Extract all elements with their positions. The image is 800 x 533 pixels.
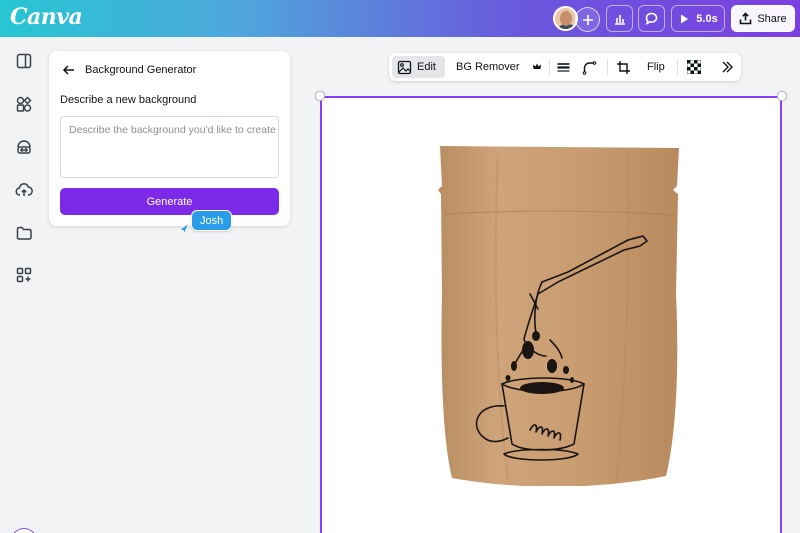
insights-button[interactable] — [606, 5, 633, 32]
border-lines-icon — [557, 62, 570, 72]
flip-label: Flip — [647, 61, 665, 73]
coffee-bag-image[interactable] — [438, 144, 681, 486]
flip-button[interactable]: Flip — [647, 53, 665, 81]
generate-button[interactable]: Generate — [60, 188, 279, 215]
left-rail — [0, 37, 48, 533]
more-options-button[interactable] — [720, 53, 734, 81]
bg-remover-label: BG Remover — [456, 61, 520, 73]
corner-rounding-button[interactable] — [582, 53, 597, 81]
present-button[interactable]: 5.0s — [671, 5, 725, 32]
plus-icon — [582, 14, 593, 25]
crop-button[interactable] — [616, 53, 631, 81]
bar-chart-icon — [614, 14, 625, 25]
border-style-button[interactable] — [556, 53, 571, 81]
brand-icon[interactable] — [15, 138, 33, 156]
top-bar: Canva 5.0s Share — [0, 0, 800, 37]
share-label: Share — [757, 12, 787, 25]
double-chevron-right-icon — [722, 61, 733, 73]
add-collaborator-button[interactable] — [575, 7, 600, 32]
crop-icon — [617, 60, 630, 74]
magic-assistant-button[interactable] — [11, 528, 37, 533]
edit-image-icon — [397, 60, 412, 74]
image-context-toolbar: Edit BG Remover Flip — [389, 53, 741, 81]
collaborator-name-tag: Josh — [191, 210, 233, 231]
share-button[interactable]: Share — [731, 5, 795, 32]
background-generator-panel: Background Generator Describe a new back… — [49, 51, 290, 226]
play-icon — [681, 14, 689, 23]
background-description-input[interactable] — [60, 116, 279, 178]
resize-handle-top-left[interactable] — [315, 91, 325, 101]
elements-icon[interactable] — [15, 95, 33, 113]
upload-icon — [740, 12, 752, 25]
transparency-button[interactable] — [687, 53, 701, 81]
corner-radius-icon — [582, 60, 597, 75]
projects-folder-icon[interactable] — [15, 224, 33, 242]
duration-label: 5.0s — [696, 12, 718, 25]
comments-button[interactable] — [638, 5, 665, 32]
uploads-icon[interactable] — [15, 181, 33, 199]
panel-title: Background Generator — [85, 64, 197, 76]
edit-label: Edit — [417, 61, 436, 73]
design-icon[interactable] — [15, 52, 33, 70]
description-label: Describe a new background — [60, 94, 197, 106]
edit-image-button[interactable]: Edit — [392, 56, 445, 78]
resize-handle-top-right[interactable] — [777, 91, 787, 101]
checkerboard-icon — [687, 60, 701, 74]
bg-remover-button[interactable]: BG Remover — [456, 53, 542, 81]
comment-icon — [645, 12, 658, 26]
collaborator-cursor-icon — [178, 222, 190, 234]
canva-logo[interactable]: Canva — [10, 4, 83, 30]
apps-icon[interactable] — [15, 266, 33, 284]
back-arrow-icon[interactable] — [62, 63, 76, 77]
crown-icon — [532, 63, 541, 70]
